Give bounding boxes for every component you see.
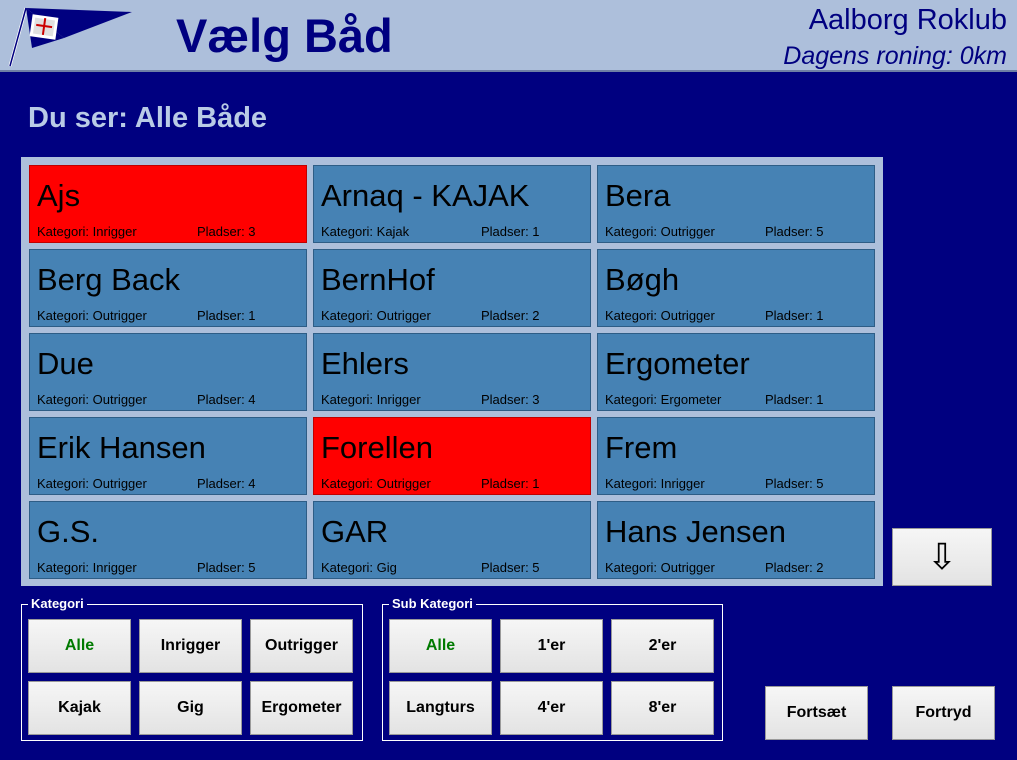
arrow-down-icon: ⇩ bbox=[926, 536, 958, 577]
boat-tile[interactable]: Berg Back Kategori: Outrigger Pladser: 1 bbox=[29, 249, 307, 327]
boat-name: Ajs bbox=[37, 178, 81, 213]
boat-seats: Pladser: 1 bbox=[197, 308, 256, 323]
boat-tile[interactable]: Ehlers Kategori: Inrigger Pladser: 3 bbox=[313, 333, 591, 411]
boat-tile[interactable]: Forellen Kategori: Outrigger Pladser: 1 bbox=[313, 417, 591, 495]
boat-name: Ehlers bbox=[321, 346, 409, 381]
kategori-group: Kategori Alle Inrigger Outrigger Kajak G… bbox=[21, 597, 363, 741]
boat-category: Kategori: Outrigger bbox=[37, 476, 147, 491]
boat-category: Kategori: Outrigger bbox=[605, 560, 715, 575]
boat-category: Kategori: Outrigger bbox=[605, 308, 715, 323]
boat-seats: Pladser: 5 bbox=[765, 224, 824, 239]
boat-seats: Pladser: 3 bbox=[197, 224, 256, 239]
boat-seats: Pladser: 5 bbox=[765, 476, 824, 491]
boat-category: Kategori: Outrigger bbox=[37, 392, 147, 407]
sub-kategori-button-1er[interactable]: 1'er bbox=[500, 619, 603, 673]
boat-category: Kategori: Outrigger bbox=[37, 308, 147, 323]
boat-name: Forellen bbox=[321, 430, 433, 465]
boat-category: Kategori: Inrigger bbox=[605, 476, 705, 491]
sub-kategori-button-alle[interactable]: Alle bbox=[389, 619, 492, 673]
sub-kategori-legend: Sub Kategori bbox=[389, 597, 476, 611]
boat-seats: Pladser: 2 bbox=[765, 560, 824, 575]
boat-name: GAR bbox=[321, 514, 389, 549]
boat-seats: Pladser: 2 bbox=[481, 308, 540, 323]
boat-seats: Pladser: 1 bbox=[765, 308, 824, 323]
boat-tile[interactable]: BernHof Kategori: Outrigger Pladser: 2 bbox=[313, 249, 591, 327]
boat-name: Arnaq - KAJAK bbox=[321, 178, 530, 213]
boat-seats: Pladser: 3 bbox=[481, 392, 540, 407]
daily-rowing-distance: Dagens roning: 0km bbox=[783, 42, 1007, 70]
boat-name: Bera bbox=[605, 178, 671, 213]
current-filter-label: Du ser: Alle Både bbox=[28, 102, 268, 134]
boat-seats: Pladser: 1 bbox=[765, 392, 824, 407]
kategori-button-kajak[interactable]: Kajak bbox=[28, 681, 131, 735]
kategori-button-alle[interactable]: Alle bbox=[28, 619, 131, 673]
boat-name: Due bbox=[37, 346, 94, 381]
boat-category: Kategori: Ergometer bbox=[605, 392, 722, 407]
cancel-button[interactable]: Fortryd bbox=[892, 686, 995, 740]
kategori-button-inrigger[interactable]: Inrigger bbox=[139, 619, 242, 673]
boat-name: Bøgh bbox=[605, 262, 680, 297]
sub-kategori-button-4er[interactable]: 4'er bbox=[500, 681, 603, 735]
boat-tile[interactable]: Due Kategori: Outrigger Pladser: 4 bbox=[29, 333, 307, 411]
boat-seats: Pladser: 1 bbox=[481, 224, 540, 239]
boat-name: Erik Hansen bbox=[37, 430, 206, 465]
boat-name: Frem bbox=[605, 430, 678, 465]
boat-grid: Ajs Kategori: Inrigger Pladser: 3 Arnaq … bbox=[21, 157, 883, 586]
boat-name: G.S. bbox=[37, 514, 100, 549]
boat-name: BernHof bbox=[321, 262, 435, 297]
kategori-button-gig[interactable]: Gig bbox=[139, 681, 242, 735]
boat-seats: Pladser: 4 bbox=[197, 392, 256, 407]
boat-tile[interactable]: Hans Jensen Kategori: Outrigger Pladser:… bbox=[597, 501, 875, 579]
boat-seats: Pladser: 1 bbox=[481, 476, 540, 491]
header-bar: Vælg Båd Aalborg Roklub Dagens roning: 0… bbox=[0, 0, 1017, 72]
boat-seats: Pladser: 4 bbox=[197, 476, 256, 491]
boat-tile[interactable]: GAR Kategori: Gig Pladser: 5 bbox=[313, 501, 591, 579]
boat-category: Kategori: Outrigger bbox=[321, 476, 431, 491]
boat-category: Kategori: Inrigger bbox=[37, 560, 137, 575]
boat-seats: Pladser: 5 bbox=[481, 560, 540, 575]
boat-tile[interactable]: Bøgh Kategori: Outrigger Pladser: 1 bbox=[597, 249, 875, 327]
boat-category: Kategori: Inrigger bbox=[321, 392, 421, 407]
boat-tile[interactable]: Erik Hansen Kategori: Outrigger Pladser:… bbox=[29, 417, 307, 495]
boat-tile[interactable]: Ajs Kategori: Inrigger Pladser: 3 bbox=[29, 165, 307, 243]
kategori-legend: Kategori bbox=[28, 597, 87, 611]
kategori-button-outrigger[interactable]: Outrigger bbox=[250, 619, 353, 673]
boat-tile[interactable]: Arnaq - KAJAK Kategori: Kajak Pladser: 1 bbox=[313, 165, 591, 243]
boat-category: Kategori: Outrigger bbox=[321, 308, 431, 323]
scroll-down-button[interactable]: ⇩ bbox=[892, 528, 992, 586]
page-title: Vælg Båd bbox=[176, 9, 393, 62]
boat-name: Ergometer bbox=[605, 346, 750, 381]
club-burgee-icon bbox=[8, 7, 132, 67]
club-name: Aalborg Roklub bbox=[808, 4, 1007, 36]
sub-kategori-group: Sub Kategori Alle 1'er 2'er Langturs 4'e… bbox=[382, 597, 723, 741]
kategori-button-ergometer[interactable]: Ergometer bbox=[250, 681, 353, 735]
boat-category: Kategori: Gig bbox=[321, 560, 397, 575]
boat-seats: Pladser: 5 bbox=[197, 560, 256, 575]
boat-name: Hans Jensen bbox=[605, 514, 786, 549]
sub-kategori-button-2er[interactable]: 2'er bbox=[611, 619, 714, 673]
boat-category: Kategori: Inrigger bbox=[37, 224, 137, 239]
boat-category: Kategori: Kajak bbox=[321, 224, 410, 239]
sub-kategori-button-8er[interactable]: 8'er bbox=[611, 681, 714, 735]
boat-category: Kategori: Outrigger bbox=[605, 224, 715, 239]
boat-tile[interactable]: Ergometer Kategori: Ergometer Pladser: 1 bbox=[597, 333, 875, 411]
continue-button[interactable]: Fortsæt bbox=[765, 686, 868, 740]
boat-name: Berg Back bbox=[37, 262, 181, 297]
boat-tile[interactable]: Bera Kategori: Outrigger Pladser: 5 bbox=[597, 165, 875, 243]
sub-kategori-button-langturs[interactable]: Langturs bbox=[389, 681, 492, 735]
boat-tile[interactable]: Frem Kategori: Inrigger Pladser: 5 bbox=[597, 417, 875, 495]
boat-tile[interactable]: G.S. Kategori: Inrigger Pladser: 5 bbox=[29, 501, 307, 579]
